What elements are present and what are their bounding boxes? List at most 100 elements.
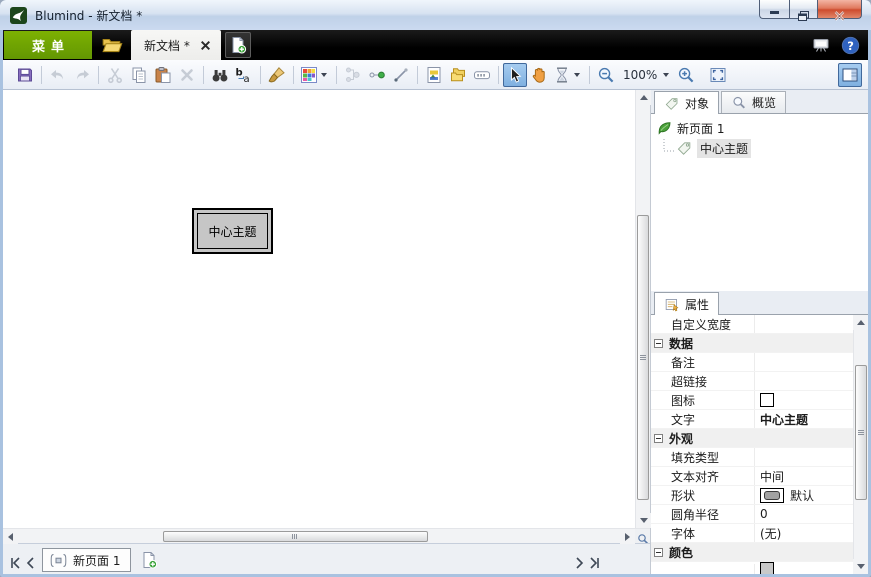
properties-scroll-thumb[interactable]	[855, 365, 867, 500]
property-value[interactable]: 中间	[754, 467, 854, 485]
property-group-row[interactable]: 颜色	[651, 543, 854, 562]
canvas-horizontal-scrollbar[interactable]	[3, 528, 635, 543]
image-button[interactable]	[422, 63, 446, 87]
property-value[interactable]: (无)	[754, 524, 854, 542]
property-value[interactable]	[754, 448, 854, 466]
document-tab[interactable]: 新文档 *	[131, 30, 221, 60]
canvas-column: 中心主题	[3, 90, 650, 574]
scroll-down-button[interactable]	[853, 559, 868, 574]
title-bar[interactable]: Blumind - 新文档 *	[0, 0, 871, 30]
prev-page-button[interactable]	[23, 550, 38, 570]
tree-item-label: 新页面 1	[677, 120, 724, 137]
image-icon	[425, 66, 443, 84]
replace-button[interactable]: ba	[232, 63, 256, 87]
property-row[interactable]: 文字中心主题	[651, 410, 854, 429]
presentation-icon[interactable]	[811, 36, 831, 54]
property-row[interactable]: 超链接	[651, 372, 854, 391]
main-menu-button[interactable]: 菜单	[4, 31, 92, 59]
property-group-row[interactable]: 数据	[651, 334, 854, 353]
property-value[interactable]: 0	[754, 505, 854, 523]
copy-button[interactable]	[127, 63, 151, 87]
new-document-button[interactable]	[225, 32, 251, 58]
property-value[interactable]	[754, 391, 854, 409]
svg-text:?: ?	[847, 38, 854, 52]
scroll-up-button[interactable]	[636, 90, 651, 105]
property-row[interactable]: 字体(无)	[651, 524, 854, 543]
hourglass-button[interactable]	[551, 63, 585, 87]
property-row[interactable]: 圆角半径0	[651, 505, 854, 524]
property-value[interactable]: 默认	[754, 486, 854, 504]
mindmap-canvas[interactable]: 中心主题	[3, 90, 650, 528]
close-tab-icon[interactable]	[199, 39, 212, 52]
property-group-row[interactable]: 外观	[651, 429, 854, 448]
horizontal-scroll-thumb[interactable]	[163, 531, 428, 542]
chevron-down-icon	[574, 73, 580, 77]
last-page-button[interactable]	[587, 550, 602, 570]
line-button[interactable]	[389, 63, 413, 87]
property-value[interactable]	[754, 353, 854, 371]
property-row[interactable]: 图标	[651, 391, 854, 410]
canvas-vertical-scrollbar[interactable]	[635, 90, 650, 528]
tab-properties[interactable]: 属性	[654, 292, 719, 315]
find-button[interactable]	[208, 63, 232, 87]
tree-item-topic[interactable]: 中心主题	[651, 138, 868, 158]
zoom-level-label: 100%	[620, 68, 660, 82]
minimize-button[interactable]	[759, 0, 789, 19]
property-row[interactable]: 自定义宽度	[651, 315, 854, 334]
close-button[interactable]	[817, 0, 862, 19]
scroll-down-button[interactable]	[636, 513, 651, 528]
save-button[interactable]	[13, 63, 37, 87]
property-row[interactable]	[651, 562, 854, 574]
property-row[interactable]: 形状默认	[651, 486, 854, 505]
property-label: 备注	[667, 354, 754, 371]
property-label: 文字	[667, 411, 754, 428]
property-value[interactable]	[754, 372, 854, 390]
menu-button-label: 菜单	[32, 36, 70, 55]
vertical-scroll-thumb[interactable]	[637, 215, 649, 500]
canvas-zoom-corner-button[interactable]	[635, 528, 650, 543]
redo-button	[70, 63, 94, 87]
collapse-icon[interactable]	[654, 548, 663, 557]
fullscreen-button[interactable]	[706, 63, 730, 87]
format-painter-button[interactable]	[265, 63, 289, 87]
panel-toggle-icon	[841, 66, 859, 84]
properties-scrollbar[interactable]	[853, 315, 868, 574]
collapse-icon[interactable]	[654, 339, 663, 348]
next-page-button[interactable]	[572, 550, 587, 570]
tree-item-page[interactable]: 新页面 1	[651, 118, 868, 138]
property-row[interactable]: 文本对齐中间	[651, 467, 854, 486]
property-row[interactable]: 备注	[651, 353, 854, 372]
page-tab[interactable]: 新页面 1	[42, 548, 131, 572]
central-topic-node[interactable]: 中心主题	[192, 208, 273, 254]
property-value[interactable]	[754, 315, 854, 333]
node-link-button[interactable]	[365, 63, 389, 87]
pan-icon	[530, 66, 548, 84]
scroll-right-button[interactable]	[620, 529, 635, 544]
help-icon[interactable]: ?	[841, 36, 860, 55]
property-row[interactable]: 填充类型	[651, 448, 854, 467]
new-page-button[interactable]	[137, 548, 161, 572]
property-value[interactable]	[754, 564, 854, 574]
scroll-left-button[interactable]	[3, 529, 18, 544]
restore-button[interactable]	[789, 0, 817, 19]
paste-button[interactable]	[151, 63, 175, 87]
open-folder-icon[interactable]	[101, 35, 123, 55]
folders-button[interactable]	[446, 63, 470, 87]
tab-overview[interactable]: 概览	[721, 91, 786, 113]
pan-button[interactable]	[527, 63, 551, 87]
tree-connector	[660, 139, 676, 157]
palette-button[interactable]	[298, 63, 332, 87]
zoom-out-button[interactable]	[594, 63, 618, 87]
tab-objects[interactable]: 对象	[654, 91, 719, 114]
property-label: 文本对齐	[667, 468, 754, 485]
zoom-in-button[interactable]	[674, 63, 698, 87]
scroll-up-button[interactable]	[853, 315, 868, 330]
first-page-button[interactable]	[8, 550, 23, 570]
zoom-level[interactable]: 100%	[618, 63, 674, 87]
cursor-button[interactable]	[503, 63, 527, 87]
progress-button[interactable]	[470, 63, 494, 87]
menubar-right: ?	[811, 30, 860, 60]
collapse-icon[interactable]	[654, 434, 663, 443]
property-value[interactable]: 中心主题	[754, 410, 854, 428]
panel-toggle-button[interactable]	[838, 63, 862, 87]
